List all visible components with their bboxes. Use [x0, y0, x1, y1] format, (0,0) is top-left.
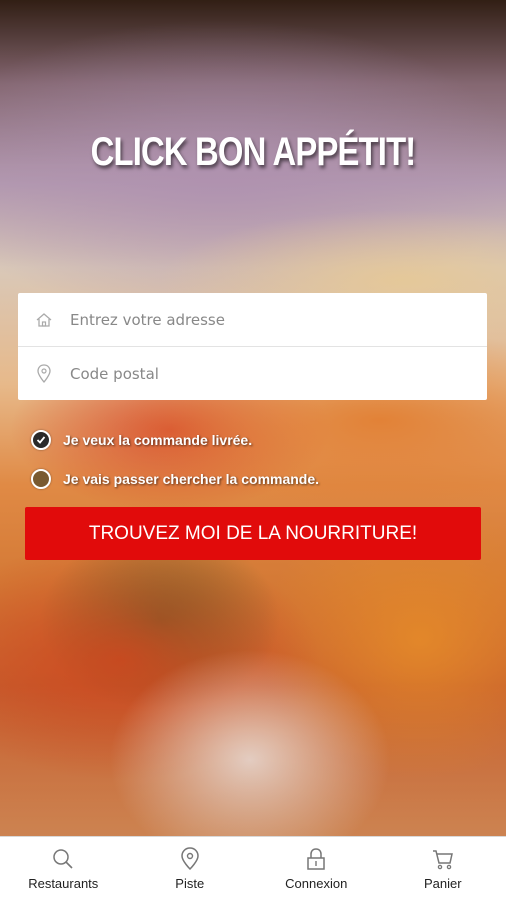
postal-field-row	[18, 347, 487, 400]
pickup-option-label: Je vais passer chercher la commande.	[63, 471, 319, 487]
tab-piste-label: Piste	[175, 876, 204, 891]
find-food-button[interactable]: TROUVEZ MOI DE LA NOURRITURE!	[25, 507, 481, 560]
address-field-row	[18, 293, 487, 347]
tab-panier[interactable]: Panier	[380, 837, 506, 901]
delivery-option-label: Je veux la commande livrée.	[63, 432, 252, 448]
lock-icon	[303, 846, 329, 872]
home-icon	[34, 310, 54, 330]
cart-icon	[430, 846, 456, 872]
postal-code-input[interactable]	[68, 364, 452, 384]
pickup-radio-icon[interactable]	[31, 469, 51, 489]
tab-piste[interactable]: Piste	[127, 837, 254, 901]
tab-connexion[interactable]: Connexion	[253, 837, 380, 901]
search-icon	[50, 846, 76, 872]
app-title: CLICK BON APPÉTIT!	[46, 130, 461, 175]
delivery-radio-checked-icon[interactable]	[31, 430, 51, 450]
tab-panier-label: Panier	[424, 876, 462, 891]
delivery-option[interactable]: Je veux la commande livrée.	[31, 430, 252, 450]
location-pin-icon	[34, 364, 54, 384]
bottom-tab-bar: Restaurants Piste Connexion Panier	[0, 836, 506, 901]
address-form	[18, 293, 487, 400]
tab-restaurants[interactable]: Restaurants	[0, 837, 127, 901]
address-input[interactable]	[68, 310, 452, 330]
location-pin-icon	[177, 846, 203, 872]
tab-connexion-label: Connexion	[285, 876, 347, 891]
pickup-option[interactable]: Je vais passer chercher la commande.	[31, 469, 319, 489]
background-food-image	[0, 0, 506, 836]
tab-restaurants-label: Restaurants	[28, 876, 98, 891]
